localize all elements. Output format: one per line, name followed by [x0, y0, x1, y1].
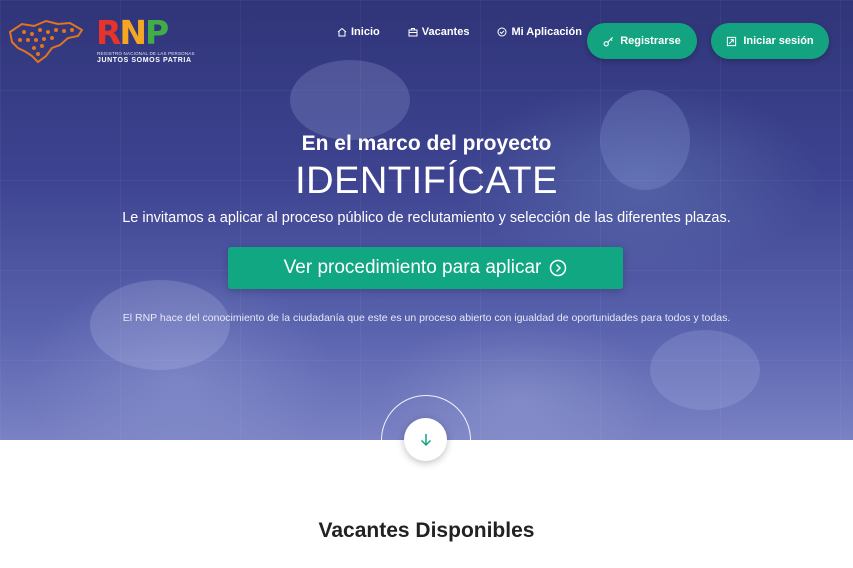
scroll-down-button[interactable]: [404, 418, 447, 461]
register-button[interactable]: Registrarse: [587, 23, 697, 59]
wordmark-letter: N: [119, 13, 147, 52]
briefcase-icon: [408, 28, 418, 37]
nav-item-inicio[interactable]: Inicio: [337, 26, 380, 38]
login-button[interactable]: Iniciar sesión: [711, 23, 829, 59]
hero-banner: RNP REGISTRO NACIONAL DE LAS PERSONAS JU…: [0, 0, 853, 440]
hero-project-name: IDENTIFÍCATE: [295, 160, 558, 202]
hero-notice: El RNP hace del conocimiento de la ciuda…: [122, 312, 731, 324]
arrow-down-icon: [420, 433, 431, 446]
view-procedure-button[interactable]: Ver procedimiento para aplicar: [228, 247, 623, 289]
logo-tagline: JUNTOS SOMOS PATRIA: [97, 57, 192, 64]
rnp-wordmark: RNP: [96, 13, 169, 52]
rnp-logo[interactable]: RNP REGISTRO NACIONAL DE LAS PERSONAS JU…: [8, 13, 195, 64]
hero-title: En el marco del proyecto: [301, 132, 552, 155]
nav-item-label: Inicio: [351, 26, 380, 38]
wordmark-letter: R: [96, 13, 121, 52]
vacancies-section-title: Vacantes Disponibles: [318, 519, 535, 542]
register-label: Registrarse: [620, 35, 681, 47]
hero-decoration: [650, 330, 760, 410]
chevron-right-circle-icon: [550, 259, 567, 277]
hero-decoration: [90, 280, 230, 370]
key-icon: [603, 36, 614, 46]
logo-subtitle: REGISTRO NACIONAL DE LAS PERSONAS: [97, 51, 195, 56]
nav-item-label: Mi Aplicación: [511, 26, 582, 38]
nav-item-label: Vacantes: [421, 26, 470, 38]
honduras-map-icon: [8, 19, 84, 64]
home-icon: [337, 27, 347, 37]
check-circle-icon: [497, 27, 507, 37]
nav-item-mi-aplicacion[interactable]: Mi Aplicación: [497, 26, 582, 38]
login-label: Iniciar sesión: [743, 35, 814, 47]
login-icon: [727, 36, 737, 46]
main-nav: Inicio Vacantes Mi Aplicación: [337, 26, 582, 38]
cta-label: Ver procedimiento para aplicar: [283, 257, 542, 278]
nav-item-vacantes[interactable]: Vacantes: [408, 26, 470, 38]
hero-subtitle: Le invitamos a aplicar al proceso públic…: [122, 210, 731, 226]
hero-decoration: [290, 60, 410, 140]
wordmark-letter: P: [145, 13, 169, 52]
